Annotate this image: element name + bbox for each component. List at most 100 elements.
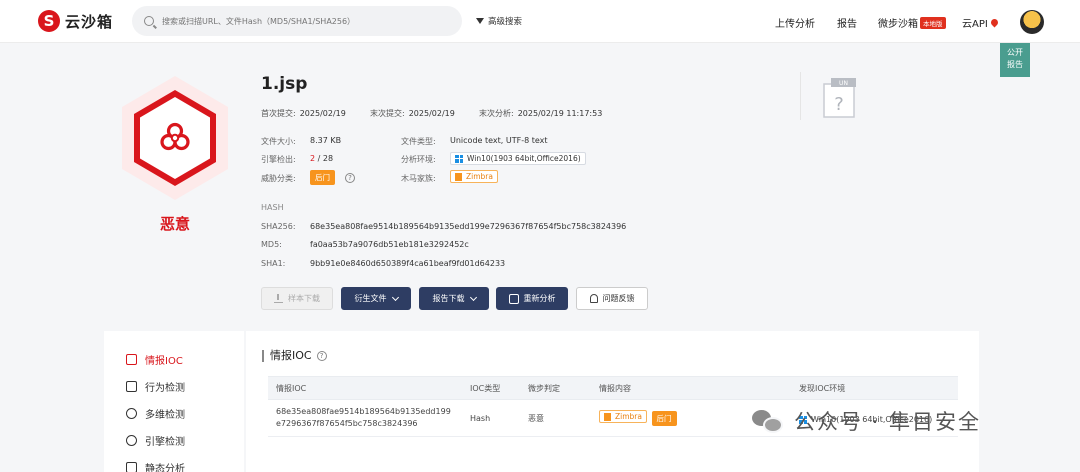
feedback-button[interactable]: 问题反馈 (576, 287, 648, 310)
public-report-button[interactable]: 公开 报告 (1000, 43, 1030, 77)
logo-icon: S (38, 10, 60, 32)
sidebar-item-label: 静态分析 (145, 464, 185, 472)
ioc-icon (126, 354, 137, 365)
engine-total-count: / 28 (315, 154, 334, 163)
file-type-label: 文件类型: (401, 137, 436, 146)
divider (800, 72, 801, 120)
last-submit: 末次提交: 2025/02/19 (370, 108, 455, 119)
magnifier-icon (126, 408, 137, 419)
analysis-env-label: 分析环境: (401, 155, 436, 164)
download-icon (274, 294, 283, 303)
column-header: 微步判定 (520, 376, 591, 400)
search-box[interactable] (132, 6, 462, 36)
advanced-search-link[interactable]: 高级搜索 (476, 15, 522, 27)
column-header: 发现IOC环境 (791, 376, 958, 400)
env-tag-text: Win10(1903 64bit,Office2016) (467, 154, 581, 163)
engine-detect-label: 引擎检出: (261, 155, 296, 164)
report-download-button[interactable]: 报告下载 (419, 287, 489, 310)
windows-icon (455, 154, 463, 163)
sha1-value[interactable]: 9bb91e0e8460d650389f4ca61beaf9fd01d64233 (310, 259, 505, 268)
verdict-label: 恶意 (159, 215, 190, 233)
public-report-line2: 报告 (1007, 60, 1023, 69)
maple-leaf-icon (989, 17, 1000, 28)
search-input[interactable] (162, 16, 452, 26)
family-tag-icon (604, 412, 611, 421)
ioc-verdict-cell: 恶意 (520, 399, 591, 437)
file-size-value: 8.37 KB (310, 136, 342, 145)
column-header: 情报内容 (591, 376, 791, 400)
logo[interactable]: S 云沙箱 (38, 10, 113, 32)
first-submit-value: 2025/02/19 (299, 109, 346, 118)
advanced-search-label: 高级搜索 (488, 17, 523, 27)
last-analysis: 末次分析: 2025/02/19 11:17:53 (479, 108, 602, 119)
image-icon (126, 381, 137, 392)
unknown-badge-text: UN (839, 80, 848, 87)
ioc-hash-value[interactable]: 68e35ea808fae9514b189564b9135edd199e7296… (276, 406, 454, 430)
column-header: 情报IOC (268, 376, 462, 400)
biohazard-icon (160, 122, 190, 151)
reanalyze-label: 重新分析 (523, 294, 556, 303)
nav-report[interactable]: 报告 (837, 15, 857, 30)
wechat-icon (752, 408, 784, 434)
section-title: 情报IOC? (262, 350, 327, 362)
family-tag[interactable]: Zimbra (599, 410, 647, 424)
unknown-file-icon: UN ? (823, 78, 856, 118)
threat-tag[interactable]: 后门 (651, 410, 677, 426)
public-report-line1: 公开 (1007, 48, 1023, 57)
verdict-hexagon (122, 76, 228, 204)
trojan-family-value: Zimbra (450, 170, 498, 183)
local-version-badge: 本地版 (920, 17, 946, 29)
reanalyze-button[interactable]: 重新分析 (496, 287, 568, 310)
sidebar-item-label: 行为检测 (145, 383, 185, 394)
last-analysis-value: 2025/02/19 11:17:53 (517, 109, 603, 118)
md5-value[interactable]: fa0aa53b7a9076db51eb181e3292452c (310, 240, 469, 249)
help-icon[interactable]: ? (316, 351, 327, 361)
nav-upload-analysis[interactable]: 上传分析 (775, 15, 815, 30)
filter-icon (476, 18, 484, 24)
chevron-down-icon (469, 293, 477, 301)
trojan-family-label: 木马家族: (401, 174, 436, 183)
threat-tag[interactable]: 后门 (310, 170, 335, 185)
sha1-label: SHA1: (261, 259, 286, 268)
table-header-row: 情报IOC IOC类型 微步判定 情报内容 发现IOC环境 (268, 376, 958, 400)
sample-download-button[interactable]: 样本下载 (261, 287, 333, 310)
last-submit-label: 末次提交: (370, 109, 405, 118)
chevron-down-icon (391, 293, 399, 301)
nav-micro-sandbox-label: 微步沙箱 (878, 19, 918, 30)
top-navbar: S 云沙箱 高级搜索 上传分析 报告 微步沙箱本地版 云API (0, 0, 1080, 43)
search-icon (144, 16, 154, 26)
sidebar-item-engine[interactable]: 引擎检测 (126, 433, 185, 448)
question-icon (126, 435, 137, 446)
bell-icon (589, 294, 598, 303)
derived-files-label: 衍生文件 (354, 294, 387, 303)
engine-detect-value[interactable]: 2 / 28 (310, 154, 333, 163)
analysis-env-value: Win10(1903 64bit,Office2016) (450, 151, 586, 165)
logo-text: 云沙箱 (65, 12, 114, 31)
help-icon[interactable]: ? (345, 172, 355, 183)
sidebar-item-behavior[interactable]: 行为检测 (126, 379, 185, 394)
threat-class-value: 后门? (310, 170, 355, 185)
family-tag[interactable]: Zimbra (450, 170, 498, 183)
last-analysis-label: 末次分析: (479, 109, 514, 118)
family-tag-icon (455, 172, 462, 181)
sidebar-item-label: 引擎检测 (145, 437, 185, 448)
sidebar-item-static[interactable]: 静态分析 (126, 460, 185, 472)
sha256-label: SHA256: (261, 222, 296, 231)
sidebar-item-multidim[interactable]: 多维检测 (126, 406, 185, 421)
sample-download-label: 样本下载 (288, 294, 320, 303)
column-header: IOC类型 (462, 376, 520, 400)
threat-class-label: 威胁分类: (261, 174, 296, 183)
sidebar-item-ioc[interactable]: 情报IOC (126, 352, 183, 367)
env-tag: Win10(1903 64bit,Office2016) (450, 152, 586, 165)
sidebar-item-label: 情报IOC (145, 356, 183, 367)
nav-cloud-api[interactable]: 云API (962, 15, 1000, 30)
watermark-text: 公众号 · 隼目安全 (794, 410, 982, 434)
derived-files-button[interactable]: 衍生文件 (341, 287, 411, 310)
family-tag-text: Zimbra (615, 412, 642, 422)
sha256-value[interactable]: 68e35ea808fae9514b189564b9135edd199e7296… (310, 222, 626, 231)
ioc-cell: 68e35ea808fae9514b189564b9135edd199e7296… (268, 399, 462, 437)
nav-micro-sandbox[interactable]: 微步沙箱 本地版 (878, 15, 946, 30)
svg-text:?: ? (834, 94, 844, 115)
avatar[interactable] (1020, 10, 1044, 34)
refresh-icon (508, 293, 519, 304)
